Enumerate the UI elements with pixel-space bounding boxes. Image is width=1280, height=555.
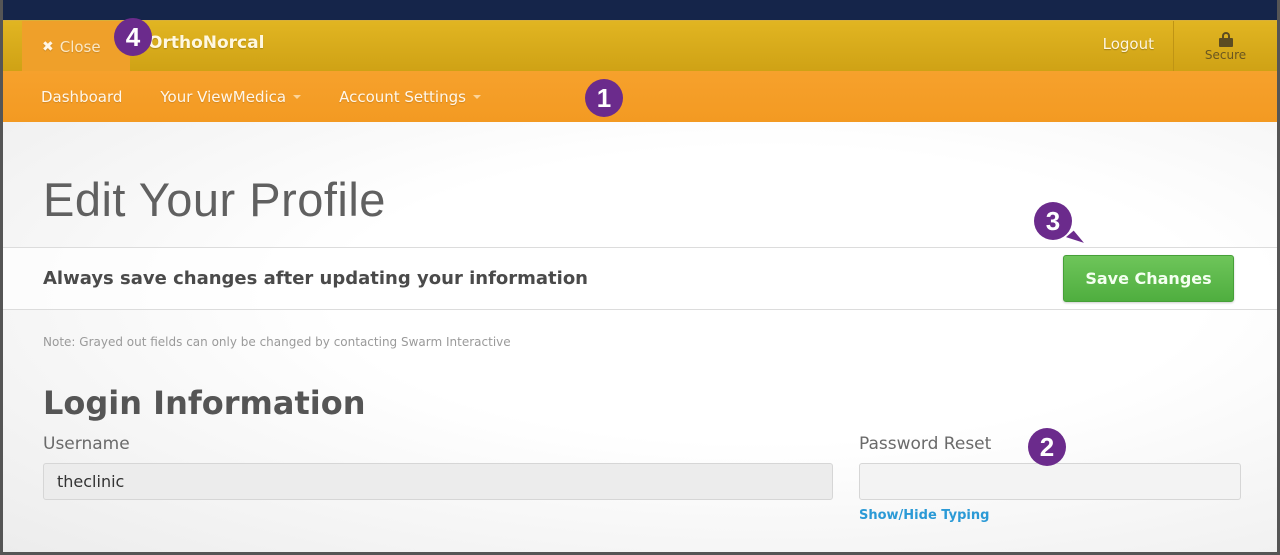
divider [3,309,1277,310]
callout-badge-1: 1 [585,79,623,117]
close-button[interactable]: ✖ Close [22,21,130,72]
close-label: Close [59,37,101,56]
callout-badge-3: 3 [1034,202,1072,240]
caret-down-icon [293,94,302,99]
password-reset-field[interactable] [859,463,1241,500]
username-label: Username [43,434,130,454]
grayed-fields-note: Note: Grayed out fields can only be chan… [43,335,511,349]
nav-item-account-settings[interactable]: Account Settings [339,88,481,106]
username-field[interactable]: theclinic [43,463,833,500]
callout-badge-2: 2 [1028,428,1066,466]
app-window: ✖ Close OrthoNorcal Logout Secure Dashbo… [0,0,1280,555]
password-reset-label: Password Reset [859,434,992,454]
secure-indicator: Secure [1173,21,1277,72]
brand-name: OrthoNorcal [148,33,265,53]
section-title-login: Login Information [43,384,366,422]
browser-top-strip [3,0,1277,20]
save-bar: Always save changes after updating your … [3,248,1277,310]
secure-label: Secure [1204,47,1247,62]
main-content: Edit Your Profile Always save changes af… [3,122,1277,552]
nav-item-dashboard[interactable]: Dashboard [41,88,122,106]
nav-item-label: Your ViewMedica [160,87,287,106]
caret-down-icon [472,94,481,99]
page-title: Edit Your Profile [43,173,386,226]
nav-item-label: Account Settings [339,87,466,106]
x-icon: ✖ [42,38,54,55]
nav-item-your-viewmedica[interactable]: Your ViewMedica [160,87,302,106]
nav-item-label: Dashboard [41,87,123,106]
lock-icon [1218,31,1233,47]
save-notice: Always save changes after updating your … [43,268,589,289]
logout-link[interactable]: Logout [1103,35,1154,53]
brand-bar: ✖ Close OrthoNorcal Logout Secure [3,20,1277,72]
main-nav: Dashboard Your ViewMedica Account Settin… [3,71,1277,122]
save-changes-button[interactable]: Save Changes [1063,255,1234,302]
show-hide-typing-link[interactable]: Show/Hide Typing [859,508,989,523]
callout-badge-4: 4 [114,18,152,56]
